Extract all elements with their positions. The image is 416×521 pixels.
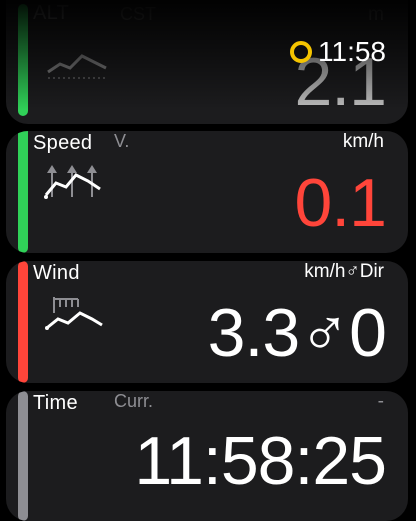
wind-unit: km/h♂Dir: [304, 261, 384, 282]
wind-color-bar: [18, 261, 28, 383]
time-title: Time: [33, 392, 78, 414]
time-card[interactable]: Time Curr. - 11:58:25: [6, 391, 408, 521]
speed-title: Speed: [33, 132, 93, 154]
clock-time: 11:58: [318, 36, 386, 67]
time-sub: Curr.: [114, 391, 154, 411]
speed-value: 0.1: [294, 165, 387, 241]
activity-ring-icon: [290, 41, 312, 63]
alt-title: ALT: [33, 2, 70, 24]
speed-unit: km/h: [342, 131, 384, 152]
alt-chart-icon: [47, 54, 107, 79]
speed-chart-icon: [44, 165, 101, 199]
alt-sub: CST: [120, 4, 156, 24]
time-value: 11:58:25: [134, 423, 387, 499]
speed-card[interactable]: Speed V. km/h 0.1: [6, 131, 408, 253]
alt-unit: m: [368, 4, 384, 25]
speed-color-bar: [18, 131, 28, 253]
time-unit: -: [377, 391, 384, 412]
wind-value: 3.3♂0: [207, 295, 387, 371]
alt-color-bar: [18, 4, 28, 116]
wind-chart-icon: [45, 297, 103, 330]
wind-card[interactable]: Wind km/h♂Dir 3.3♂0: [6, 261, 408, 383]
status-clock: 11:58: [290, 36, 386, 68]
wind-title: Wind: [33, 262, 80, 284]
time-color-bar: [18, 391, 28, 521]
speed-sub: V.: [114, 131, 130, 151]
